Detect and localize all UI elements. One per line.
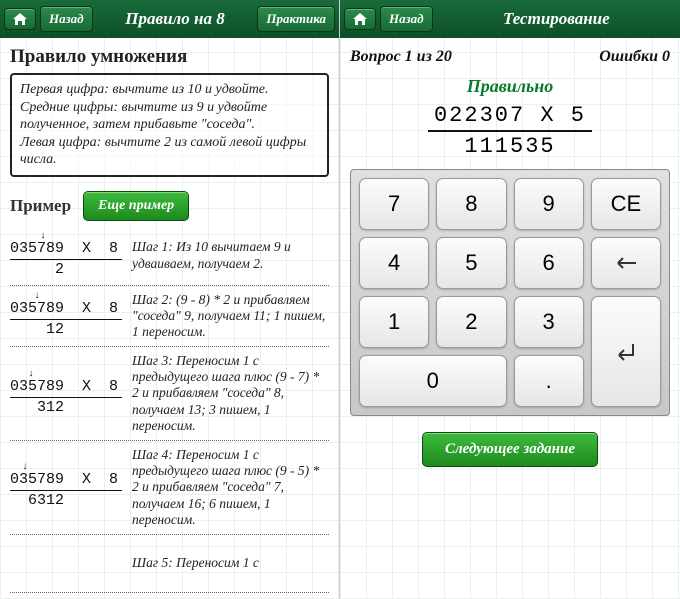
key-9[interactable]: 9 — [514, 178, 584, 230]
enter-icon — [614, 340, 638, 364]
back-button[interactable]: Назад — [40, 6, 93, 32]
step-calc: ↓035789 X 8 12 — [10, 292, 122, 341]
header-title: Правило на 8 — [97, 9, 254, 29]
home-icon — [353, 13, 367, 25]
home-icon — [13, 13, 27, 25]
key-1[interactable]: 1 — [359, 296, 429, 348]
key-4[interactable]: 4 — [359, 237, 429, 289]
right-header: Назад Тестирование — [340, 0, 680, 38]
step-desc: Шаг 5: Переносим 1 с — [132, 541, 259, 586]
step-row: ↓035789 X 8 312Шаг 3: Переносим 1 с пред… — [10, 347, 329, 441]
step-calc — [10, 541, 122, 586]
step-desc: Шаг 3: Переносим 1 с предыдущего шага пл… — [132, 353, 329, 434]
next-task-button[interactable]: Следующее задание — [422, 432, 598, 467]
key-enter[interactable] — [591, 296, 661, 407]
page-title: Правило умножения — [10, 46, 329, 68]
home-button[interactable] — [4, 8, 36, 30]
step-calc: ↓035789 X 8 6312 — [10, 447, 122, 528]
example-label: Пример — [10, 196, 71, 216]
key-8[interactable]: 8 — [436, 178, 506, 230]
rule-box: Первая цифра: вычтите из 10 и удвойте. С… — [10, 73, 329, 177]
header-title: Тестирование — [437, 9, 676, 29]
key-2[interactable]: 2 — [436, 296, 506, 348]
problem-display: 022307 X 5 111535 — [350, 103, 670, 159]
more-example-button[interactable]: Еще пример — [83, 191, 189, 221]
step-calc: ↓035789 X 8 312 — [10, 353, 122, 434]
key-7[interactable]: 7 — [359, 178, 429, 230]
step-row: ↓035789 X 8 6312Шаг 4: Переносим 1 с пре… — [10, 441, 329, 535]
step-desc: Шаг 1: Из 10 вычитаем 9 и удваиваем, пол… — [132, 233, 329, 279]
error-counter: Ошибки 0 — [599, 48, 670, 66]
key-6[interactable]: 6 — [514, 237, 584, 289]
key-backspace[interactable] — [591, 237, 661, 289]
key-5[interactable]: 5 — [436, 237, 506, 289]
step-row: ↓035789 X 8 2Шаг 1: Из 10 вычитаем 9 и у… — [10, 227, 329, 286]
back-button[interactable]: Назад — [380, 6, 433, 32]
practice-button[interactable]: Практика — [257, 6, 335, 32]
key-0[interactable]: 0 — [359, 355, 507, 407]
problem-top: 022307 X 5 — [428, 103, 592, 132]
question-counter: Вопрос 1 из 20 — [350, 48, 452, 66]
backspace-icon — [614, 255, 638, 271]
keypad: 7 8 9 CE 4 5 6 1 2 3 0 . — [350, 169, 670, 416]
step-calc: ↓035789 X 8 2 — [10, 233, 122, 279]
problem-result: 111535 — [350, 132, 670, 159]
home-button[interactable] — [344, 8, 376, 30]
step-desc: Шаг 4: Переносим 1 с предыдущего шага пл… — [132, 447, 329, 528]
feedback-label: Правильно — [350, 76, 670, 97]
step-row: Шаг 5: Переносим 1 с — [10, 535, 329, 593]
key-dot[interactable]: . — [514, 355, 584, 407]
step-row: ↓035789 X 8 12Шаг 2: (9 - 8) * 2 и приба… — [10, 286, 329, 348]
left-header: Назад Правило на 8 Практика — [0, 0, 339, 38]
step-desc: Шаг 2: (9 - 8) * 2 и прибавляем "соседа"… — [132, 292, 329, 341]
key-3[interactable]: 3 — [514, 296, 584, 348]
key-ce[interactable]: CE — [591, 178, 661, 230]
